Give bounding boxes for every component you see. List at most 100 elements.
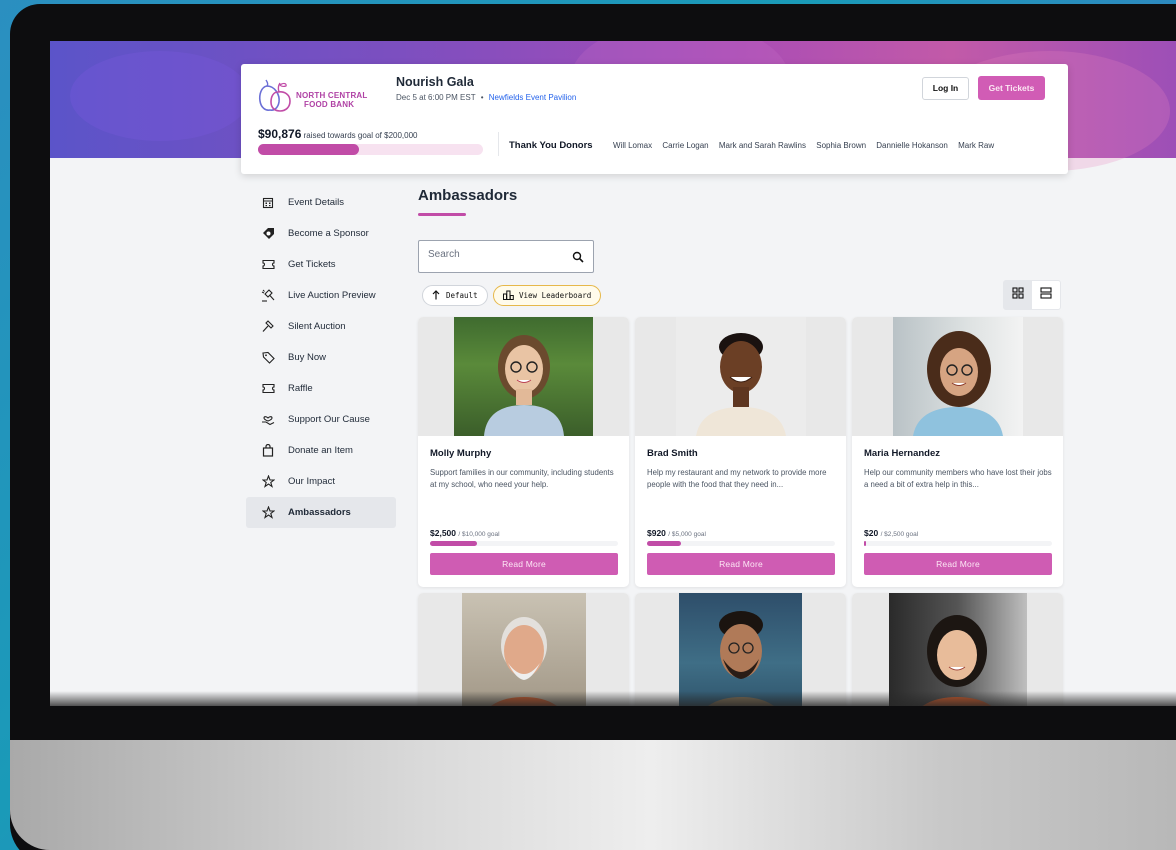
get-tickets-button[interactable]: Get Tickets (978, 76, 1045, 100)
fundraising-progress-bar (258, 144, 483, 155)
ambassador-name[interactable]: Maria Hernandez (864, 448, 940, 459)
hammer-icon (261, 320, 275, 334)
sidebar-item-label: Silent Auction (288, 321, 346, 332)
meta-bullet: • (480, 93, 484, 102)
hand-heart-icon (261, 413, 275, 427)
event-venue-link[interactable]: Newfields Event Pavilion (489, 93, 577, 102)
event-meta: Dec 5 at 6:00 PM EST • Newfields Event P… (396, 93, 576, 102)
ambassador-progress-bar (864, 541, 1052, 546)
sidebar-item-label: Become a Sponsor (288, 228, 369, 239)
tag-heart-icon (261, 227, 275, 241)
ambassador-photo (462, 593, 586, 706)
sidebar-item-get-tickets[interactable]: Get Tickets (246, 249, 396, 280)
ambassador-photo (893, 317, 1023, 436)
ambassador-amount: $20 / $2,500 goal (864, 528, 918, 538)
donor-ticker: Will Lomax Carrie Logan Mark and Sarah R… (613, 141, 1068, 150)
browser-screen: NORTH CENTRAL FOOD BANK Nourish Gala Dec… (50, 41, 1176, 706)
sidebar-item-raffle[interactable]: Raffle (246, 373, 396, 404)
sidebar-item-label: Get Tickets (288, 259, 336, 270)
star-icon (261, 475, 275, 489)
sidebar-nav: Event Details Become a Sponsor Get Ticke… (246, 187, 396, 528)
sidebar-item-silent-auction[interactable]: Silent Auction (246, 311, 396, 342)
sidebar-item-label: Buy Now (288, 352, 327, 363)
sidebar-item-label: Our Impact (288, 476, 335, 487)
bag-icon (261, 444, 275, 458)
ambassador-photo (676, 317, 806, 436)
page-title: Ambassadors (418, 187, 518, 204)
sidebar-item-ambassadors[interactable]: Ambassadors (246, 497, 396, 528)
ambassador-description: Help our community members who have lost… (864, 468, 1052, 489)
donor-name: Carrie Logan (662, 141, 709, 150)
ambassador-goal: / $2,500 goal (880, 531, 919, 538)
apple-pear-logo-icon (258, 79, 291, 112)
sort-default-button[interactable]: Default (422, 285, 488, 306)
monitor-chin (10, 740, 1176, 850)
sidebar-item-become-sponsor[interactable]: Become a Sponsor (246, 218, 396, 249)
ambassador-name[interactable]: Molly Murphy (430, 448, 491, 459)
sidebar-item-label: Donate an Item (288, 445, 353, 456)
sort-default-label: Default (446, 291, 478, 300)
ambassador-card (635, 593, 846, 706)
donor-name: Mark Raw (958, 141, 995, 150)
sidebar-item-donate-item[interactable]: Donate an Item (246, 435, 396, 466)
ambassador-card: Molly Murphy Support families in our com… (418, 317, 629, 587)
ambassador-raised: $2,500 (430, 528, 456, 538)
search-input[interactable] (419, 241, 559, 268)
ambassador-photo (454, 317, 593, 436)
sidebar-item-label: Ambassadors (288, 507, 351, 518)
ambassador-card (418, 593, 629, 706)
ambassador-amount: $920 / $5,000 goal (647, 528, 706, 538)
ambassador-photo (889, 593, 1027, 706)
ambassador-amount: $2,500 / $10,000 goal (430, 528, 500, 538)
ambassador-progress-fill (647, 541, 681, 546)
raised-summary: $90,876 raised towards goal of $200,000 (258, 127, 417, 141)
sidebar-item-live-auction[interactable]: Live Auction Preview (246, 280, 396, 311)
gavel-icon (261, 289, 275, 303)
donor-name: Mark and Sarah Rawlins (718, 141, 806, 150)
header-divider (498, 132, 499, 156)
ticket-icon (261, 258, 275, 272)
sidebar-item-support-cause[interactable]: Support Our Cause (246, 404, 396, 435)
ambassador-raised: $20 (864, 528, 879, 538)
event-title: Nourish Gala (396, 75, 474, 89)
read-more-button[interactable]: Read More (430, 553, 618, 575)
org-logo[interactable]: NORTH CENTRAL FOOD BANK (258, 77, 383, 113)
fundraising-progress-fill (258, 144, 360, 155)
sidebar-item-label: Support Our Cause (288, 414, 370, 425)
list-icon (1040, 286, 1052, 304)
ambassador-goal: / $5,000 goal (668, 531, 706, 538)
ambassador-progress-bar (430, 541, 618, 546)
login-button[interactable]: Log In (922, 77, 969, 100)
raised-amount: $90,876 (258, 127, 302, 141)
ambassador-progress-bar (647, 541, 835, 546)
donor-name: Dannielle Hokanson (876, 141, 948, 150)
ambassador-card: Brad Smith Help my restaurant and my net… (635, 317, 846, 587)
read-more-button[interactable]: Read More (864, 553, 1052, 575)
ambassador-name[interactable]: Brad Smith (647, 448, 698, 459)
sidebar-item-event-details[interactable]: Event Details (246, 187, 396, 218)
donor-name: Will Lomax (613, 141, 653, 150)
search-icon[interactable] (572, 250, 584, 268)
view-leaderboard-button[interactable]: View Leaderboard (493, 285, 602, 306)
ambassador-card: Maria Hernandez Help our community membe… (852, 317, 1063, 587)
sidebar-item-our-impact[interactable]: Our Impact (246, 466, 396, 497)
ambassador-raised: $920 (647, 528, 666, 538)
logo-text-line2: FOOD BANK (304, 100, 355, 109)
list-view-button[interactable] (1032, 281, 1060, 309)
title-underline (418, 213, 466, 216)
screen-edge-shadow (50, 691, 1176, 706)
event-header: NORTH CENTRAL FOOD BANK Nourish Gala Dec… (241, 64, 1068, 174)
grid-view-button[interactable] (1004, 281, 1032, 309)
ambassador-photo (679, 593, 802, 706)
search-box (418, 240, 594, 273)
price-tag-icon (261, 351, 275, 365)
star-icon (261, 506, 275, 520)
sidebar-item-buy-now[interactable]: Buy Now (246, 342, 396, 373)
sidebar-item-label: Event Details (288, 197, 344, 208)
sidebar-item-label: Raffle (288, 383, 313, 394)
read-more-button[interactable]: Read More (647, 553, 835, 575)
arrow-up-icon (432, 289, 440, 302)
calendar-icon (261, 196, 275, 210)
donor-name: Sophia Brown (816, 141, 867, 150)
ambassador-card (852, 593, 1063, 706)
